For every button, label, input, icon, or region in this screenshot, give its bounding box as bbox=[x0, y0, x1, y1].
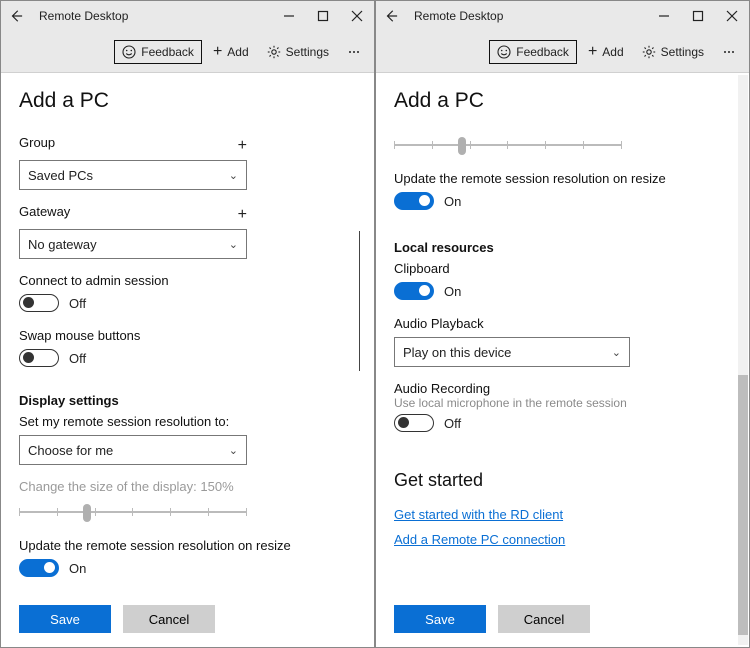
more-button[interactable] bbox=[715, 41, 743, 63]
smile-icon bbox=[497, 45, 511, 59]
window-right: Remote Desktop Feedback + Add Settings A… bbox=[375, 0, 750, 648]
admin-session-toggle[interactable] bbox=[19, 294, 59, 312]
back-icon[interactable] bbox=[384, 9, 398, 23]
smile-icon bbox=[122, 45, 136, 59]
audio-recording-toggle[interactable] bbox=[394, 414, 434, 432]
chevron-down-icon: ⌄ bbox=[229, 444, 238, 457]
resolution-select[interactable]: Choose for me ⌄ bbox=[19, 435, 247, 465]
footer-buttons: Save Cancel bbox=[19, 593, 356, 647]
chevron-down-icon: ⌄ bbox=[229, 169, 238, 182]
audio-recording-value: Off bbox=[444, 416, 461, 431]
audio-recording-sublabel: Use local microphone in the remote sessi… bbox=[394, 396, 721, 410]
feedback-button[interactable]: Feedback bbox=[114, 40, 202, 64]
add-button[interactable]: + Add bbox=[206, 39, 256, 65]
resize-value: On bbox=[69, 561, 86, 576]
cancel-button[interactable]: Cancel bbox=[498, 605, 590, 633]
page-title: Add a PC bbox=[19, 89, 356, 113]
clipboard-label: Clipboard bbox=[394, 261, 721, 276]
maximize-button[interactable] bbox=[306, 1, 340, 31]
add-gateway-button[interactable]: + bbox=[238, 206, 247, 224]
group-label: Group bbox=[19, 135, 55, 150]
display-scale-slider[interactable] bbox=[394, 133, 622, 157]
audio-playback-select[interactable]: Play on this device ⌄ bbox=[394, 337, 630, 367]
swap-mouse-label: Swap mouse buttons bbox=[19, 328, 356, 343]
scrollbar-thumb[interactable] bbox=[738, 375, 748, 635]
resolution-label: Set my remote session resolution to: bbox=[19, 414, 356, 429]
command-bar: Feedback + Add Settings bbox=[376, 31, 749, 73]
audio-recording-label: Audio Recording bbox=[394, 381, 721, 396]
clipboard-value: On bbox=[444, 284, 461, 299]
page-title: Add a PC bbox=[394, 89, 721, 113]
get-started-heading: Get started bbox=[394, 470, 721, 491]
title-bar: Remote Desktop bbox=[1, 1, 374, 31]
minimize-button[interactable] bbox=[647, 1, 681, 31]
chevron-down-icon: ⌄ bbox=[229, 238, 238, 251]
section-separator bbox=[359, 231, 360, 371]
feedback-button[interactable]: Feedback bbox=[489, 40, 577, 64]
chevron-down-icon: ⌄ bbox=[612, 346, 621, 359]
gateway-label: Gateway bbox=[19, 204, 70, 219]
content-area: Add a PC Update the remote session resol… bbox=[376, 73, 749, 647]
command-bar: Feedback + Add Settings bbox=[1, 31, 374, 73]
close-button[interactable] bbox=[340, 1, 374, 31]
window-left: Remote Desktop Feedback + Add Settings A… bbox=[0, 0, 375, 648]
gateway-select[interactable]: No gateway ⌄ bbox=[19, 229, 247, 259]
save-button[interactable]: Save bbox=[394, 605, 486, 633]
add-button[interactable]: + Add bbox=[581, 39, 631, 65]
add-group-button[interactable]: + bbox=[238, 137, 247, 155]
gear-icon bbox=[267, 45, 281, 59]
group-select[interactable]: Saved PCs ⌄ bbox=[19, 160, 247, 190]
cancel-button[interactable]: Cancel bbox=[123, 605, 215, 633]
resize-label: Update the remote session resolution on … bbox=[394, 171, 721, 186]
plus-icon: + bbox=[213, 43, 222, 61]
minimize-button[interactable] bbox=[272, 1, 306, 31]
save-button[interactable]: Save bbox=[19, 605, 111, 633]
resize-toggle[interactable] bbox=[394, 192, 434, 210]
content-area: Add a PC Group + Saved PCs ⌄ Gateway + N… bbox=[1, 73, 374, 647]
link-add-remote-pc[interactable]: Add a Remote PC connection bbox=[394, 532, 721, 547]
resize-value: On bbox=[444, 194, 461, 209]
admin-session-label: Connect to admin session bbox=[19, 273, 356, 288]
admin-session-value: Off bbox=[69, 296, 86, 311]
footer-buttons: Save Cancel bbox=[394, 593, 721, 647]
window-title: Remote Desktop bbox=[33, 9, 128, 23]
audio-playback-label: Audio Playback bbox=[394, 316, 721, 331]
local-resources-heading: Local resources bbox=[394, 240, 721, 255]
settings-button[interactable]: Settings bbox=[635, 41, 711, 63]
display-scale-slider[interactable] bbox=[19, 500, 247, 524]
gear-icon bbox=[642, 45, 656, 59]
more-button[interactable] bbox=[340, 41, 368, 63]
more-icon bbox=[347, 45, 361, 59]
more-icon bbox=[722, 45, 736, 59]
resize-label: Update the remote session resolution on … bbox=[19, 538, 356, 553]
display-settings-heading: Display settings bbox=[19, 393, 356, 408]
display-scale-label: Change the size of the display: 150% bbox=[19, 479, 356, 494]
maximize-button[interactable] bbox=[681, 1, 715, 31]
swap-mouse-value: Off bbox=[69, 351, 86, 366]
back-icon[interactable] bbox=[9, 9, 23, 23]
title-bar: Remote Desktop bbox=[376, 1, 749, 31]
plus-icon: + bbox=[588, 43, 597, 61]
close-button[interactable] bbox=[715, 1, 749, 31]
swap-mouse-toggle[interactable] bbox=[19, 349, 59, 367]
scrollbar-track[interactable] bbox=[738, 75, 748, 645]
clipboard-toggle[interactable] bbox=[394, 282, 434, 300]
window-title: Remote Desktop bbox=[408, 9, 503, 23]
resize-toggle[interactable] bbox=[19, 559, 59, 577]
link-get-started[interactable]: Get started with the RD client bbox=[394, 507, 721, 522]
settings-button[interactable]: Settings bbox=[260, 41, 336, 63]
